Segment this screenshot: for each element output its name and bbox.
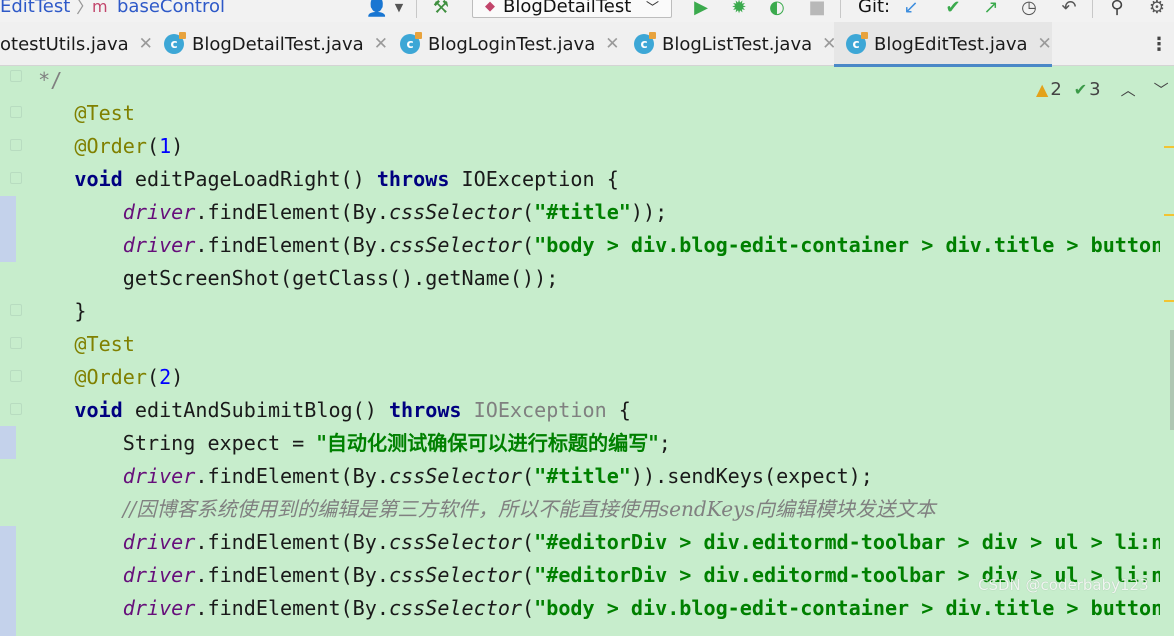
code-line: @Test [74,101,135,125]
breadcrumb-file[interactable]: EditTest [0,0,70,17]
code-line: @Order(2) [74,365,184,389]
code-line: driver.findElement(By.cssSelector("body … [122,596,1160,620]
java-class-icon: c [400,32,422,54]
coverage-icon[interactable]: ◐ [766,0,788,18]
tab-utils[interactable]: otestUtils.java ✕ [0,22,153,66]
chevron-down-icon: ﹀ [645,1,659,16]
code-line: void editAndSubimitBlog() throws IOExcep… [74,398,631,422]
git-label: Git: [858,0,891,17]
gear-icon[interactable]: ⚙ [1146,0,1168,18]
close-icon[interactable]: ✕ [139,34,153,54]
warning-icon: ▲ [1036,79,1049,99]
tab-label: BlogListTest.java [662,33,813,55]
code-editor[interactable]: */ @Test @Order(1) void editPageLoadRigh… [0,64,1160,634]
java-class-icon: c [634,32,656,54]
tab-blog-edit-test[interactable]: c BlogEditTest.java ✕ [834,22,1052,67]
main-toolbar: EditTest 〉 m baseControl 👤 ▼ ⚒ ◆ BlogDet… [0,0,1174,22]
inspection-widget[interactable]: ▲ 2 ✔ 3 ︿ ﹀ [1036,76,1169,102]
user-dropdown-icon[interactable]: ▼ [388,0,410,18]
next-highlight-icon[interactable]: ﹀ [1154,79,1169,100]
breadcrumb-method[interactable]: baseControl [117,0,225,17]
code-line: @Order(1) [74,134,184,158]
code-line: } [74,299,87,323]
run-config-label: BlogDetailTest [503,0,632,17]
debug-icon[interactable]: ✹ [728,0,750,18]
more-tabs-icon[interactable]: ⋮ [1150,34,1168,55]
git-commit-icon[interactable]: ✔ [942,0,964,18]
close-icon[interactable]: ✕ [605,34,619,54]
git-update-icon[interactable]: ↙ [900,0,922,18]
code-line: String expect = "自动化测试确保可以进行标题的编写"; [122,431,671,455]
close-icon[interactable]: ✕ [1038,34,1052,54]
previous-highlight-icon[interactable]: ︿ [1121,79,1136,100]
toolbar-divider [840,0,841,18]
java-class-icon: c [164,32,186,54]
code-line: getScreenShot(getClass().getName()); [122,266,559,290]
code-line: driver.findElement(By.cssSelector("#edit… [122,530,1160,554]
tab-label: otestUtils.java [0,33,129,55]
error-stripe-mark[interactable] [1164,146,1174,148]
method-icon: m [92,0,108,16]
error-stripe-mark[interactable] [1164,300,1174,302]
java-class-icon: c [846,32,868,54]
vertical-scrollbar[interactable] [1170,330,1174,430]
run-config-icon: ◆ [485,0,495,14]
tab-label: BlogLoginTest.java [428,33,596,55]
code-line: //因博客系统使用到的编辑是第三方软件，所以不能直接使用sendKeys向编辑模… [122,497,936,521]
tab-label: BlogDetailTest.java [192,33,364,55]
code-line: driver.findElement(By.cssSelector("#titl… [122,200,668,224]
tab-blog-login-test[interactable]: c BlogLoginTest.java ✕ [400,22,619,66]
run-configuration-select[interactable]: ◆ BlogDetailTest ﹀ [472,0,672,18]
history-icon[interactable]: ◷ [1018,0,1040,18]
watermark: CSDN @coderbaby123 [978,576,1149,594]
stop-icon[interactable]: ■ [806,0,828,18]
editor-tab-bar: otestUtils.java ✕ c BlogDetailTest.java … [0,22,1174,67]
user-icon[interactable]: 👤 [366,0,388,18]
build-hammer-icon[interactable]: ⚒ [430,0,452,18]
typo-count: 3 [1089,78,1101,100]
git-push-icon[interactable]: ↗ [980,0,1002,18]
run-icon[interactable]: ▶ [690,0,712,18]
code-line: driver.findElement(By.cssSelector("body … [122,233,1160,257]
warning-count: 2 [1050,78,1062,100]
code-line: driver.findElement(By.cssSelector("#titl… [122,464,873,488]
rollback-icon[interactable]: ↶ [1058,0,1080,18]
code-line: void editPageLoadRight() throws IOExcept… [74,167,619,191]
code-line: @Test [74,332,135,356]
typo-check-icon: ✔ [1073,79,1088,99]
error-stripe-mark[interactable] [1164,214,1174,216]
search-icon[interactable]: ⚲ [1106,0,1128,18]
toolbar-divider [1092,0,1093,18]
toolbar-divider [416,0,417,18]
tab-blog-list-test[interactable]: c BlogListTest.java ✕ [634,22,836,66]
close-icon[interactable]: ✕ [374,34,388,54]
tab-blog-detail-test[interactable]: c BlogDetailTest.java ✕ [164,22,388,66]
code-line: */ [26,68,63,92]
tab-label: BlogEditTest.java [874,33,1028,55]
